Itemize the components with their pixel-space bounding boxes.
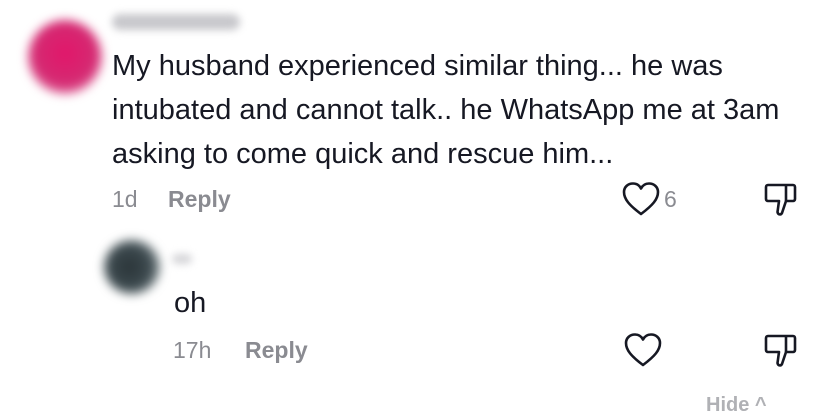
- heart-icon[interactable]: [623, 332, 663, 368]
- like-count: 6: [664, 186, 677, 212]
- username-blurred[interactable]: [112, 14, 240, 30]
- reply-comment-text: oh: [174, 287, 207, 319]
- comment-timestamp: 1d: [112, 186, 138, 212]
- reply-button[interactable]: Reply: [168, 186, 231, 213]
- avatar[interactable]: [28, 20, 102, 94]
- thumbs-down-icon[interactable]: [760, 180, 800, 220]
- reply-button[interactable]: Reply: [245, 337, 308, 364]
- avatar[interactable]: [104, 240, 160, 294]
- username-blurred[interactable]: [172, 254, 192, 264]
- comment-text: My husband experienced similar thing... …: [112, 50, 780, 170]
- comment-timestamp: 17h: [173, 337, 212, 363]
- heart-icon[interactable]: [621, 181, 661, 217]
- thumbs-down-icon[interactable]: [760, 331, 800, 371]
